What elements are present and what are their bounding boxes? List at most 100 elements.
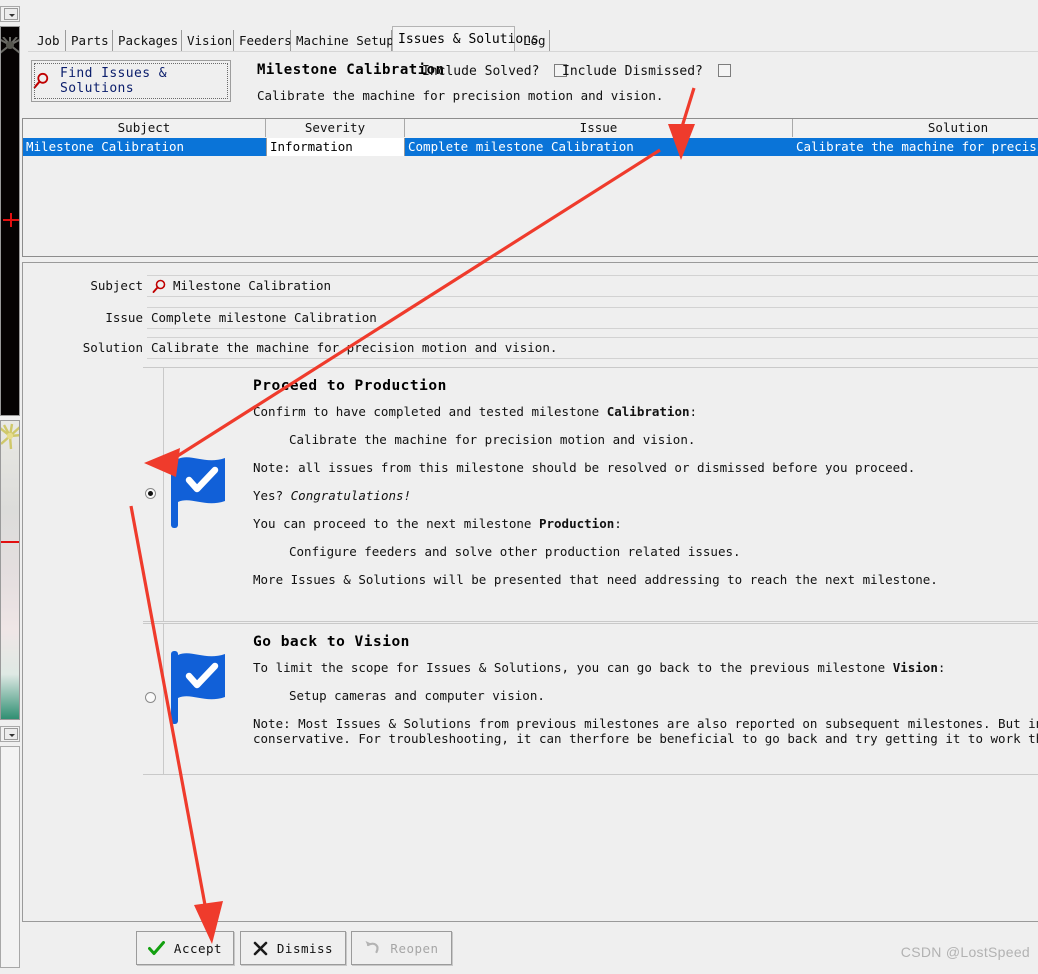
include-dismissed-checkbox[interactable]: Include Dismissed? [562,64,731,79]
camera-bottom-selector-panel[interactable] [0,726,20,742]
watermark: CSDN @LostSpeed [900,944,1030,960]
subject-value: Milestone Calibration [173,278,332,293]
solution-field[interactable]: Calibrate the machine for precision moti… [147,337,1038,359]
line2-prefix: You can proceed to the next milestone [253,516,539,531]
option-go-back-to-vision[interactable]: Go back to Vision To limit the scope for… [143,623,1038,775]
line1-milestone: Calibration [606,404,690,419]
line1-prefix: To limit the scope for Issues & Solution… [253,660,893,675]
tab-feeders[interactable]: Feeders [234,30,292,51]
option-line1: Confirm to have completed and tested mil… [253,404,1038,419]
option-line1: To limit the scope for Issues & Solution… [253,660,1038,675]
tab-machine-setup[interactable]: Machine Setup [291,30,394,51]
line2-milestone: Production [538,516,615,531]
milestone-title: Milestone Calibration [257,62,445,78]
tab-label: Machine Setup [296,33,394,48]
issues-table[interactable]: Subject Severity Issue Solution Mileston… [22,118,1038,257]
tab-parts[interactable]: Parts [66,30,113,51]
solution-value: Calibrate the machine for precision moti… [151,340,558,355]
tab-label: Packages [118,33,179,48]
congrats-prefix: Yes? [253,488,291,503]
reopen-button: Reopen [351,931,452,965]
option-congrats: Yes? Congratulations! [253,488,1038,503]
cell-text: Calibrate the machine for precision moti… [796,139,1038,154]
tab-label: Vision [187,33,233,48]
column-header-issue[interactable]: Issue [405,119,793,137]
solution-label: Solution [82,340,143,355]
tab-packages[interactable]: Packages [113,30,182,51]
issue-label: Issue [105,310,143,325]
tab-log[interactable]: Log [518,30,550,51]
option-note: Note: all issues from this milestone sho… [253,460,916,475]
include-solved-checkbox[interactable]: Include Solved? [422,64,568,79]
option-radio-proceed[interactable] [145,488,156,499]
crosshair-vertical [10,213,12,227]
solution-field-row: Solution Calibrate the machine for preci… [23,337,1038,359]
blue-flag-check-icon [171,455,225,528]
bottom-camera-view[interactable] [0,420,20,720]
option-indent2: Configure feeders and solve other produc… [289,544,741,559]
tab-bar: Job Parts Packages Vision Feeders Machin… [28,26,1038,52]
option-note-line2: conservative. For troubleshooting, it ca… [253,731,1038,746]
dismiss-button[interactable]: Dismiss [240,931,346,965]
table-header-row: Subject Severity Issue Solution [23,119,1038,139]
reopen-label: Reopen [390,940,439,956]
cell-solution: Calibrate the machine for precision moti… [793,138,1038,156]
undo-arrow-icon [365,941,379,954]
cell-text: Milestone Calibration [26,139,185,154]
top-camera-view[interactable] [0,26,20,416]
column-header-solution[interactable]: Solution [793,119,1038,137]
dismiss-label: Dismiss [276,940,334,956]
accept-button[interactable]: Accept [136,931,234,965]
option-text: Go back to Vision To limit the scope for… [253,630,1038,746]
option-indent1: Setup cameras and computer vision. [289,688,545,703]
option-note-line1: Note: Most Issues & Solutions from previ… [253,716,1038,731]
chevron-down-icon[interactable] [4,728,18,740]
subject-field[interactable]: Milestone Calibration [147,275,1038,297]
cell-text: Complete milestone Calibration [408,139,634,154]
tab-label: Feeders [239,33,292,48]
line1-suffix: : [689,404,698,419]
left-lower-panel [0,746,20,968]
camera-top-selector-panel[interactable] [0,6,20,22]
option-radio-go-back[interactable] [145,692,156,703]
tab-job[interactable]: Job [32,30,66,51]
include-solved-label: Include Solved? [422,64,540,79]
left-dock-strip [0,0,22,974]
subject-field-row: Subject Milestone Calibration [23,275,1038,297]
column-header-subject[interactable]: Subject [23,119,266,137]
tab-underline [28,51,1038,52]
subject-label: Subject [90,278,143,293]
option-footer: More Issues & Solutions will be presente… [253,572,938,587]
issue-value: Complete milestone Calibration [151,310,377,325]
chevron-down-icon[interactable] [4,8,18,20]
column-header-severity[interactable]: Severity [266,119,405,137]
magnifier-icon [152,279,166,293]
congrats-text: Congratulations! [290,488,412,503]
alignment-line [1,541,19,543]
issue-field[interactable]: Complete milestone Calibration [147,307,1038,329]
checkbox-box[interactable] [717,64,731,77]
option-heading: Go back to Vision [253,634,410,650]
tab-issues-solutions[interactable]: Issues & Solutions [392,26,539,51]
column-label: Solution [927,120,989,135]
include-dismissed-label: Include Dismissed? [562,64,703,79]
column-label: Severity [304,120,366,135]
x-icon [253,941,268,955]
focus-outline [34,63,228,99]
table-row[interactable]: Milestone Calibration Information Comple… [23,138,1038,156]
tab-label: Job [37,33,60,48]
column-label: Issue [579,120,618,135]
accept-label: Accept [173,940,223,956]
find-issues-solutions-button[interactable]: Find Issues & Solutions [31,60,231,102]
line1-milestone: Vision [892,660,938,675]
option-text: Proceed to Production Confirm to have co… [253,374,1038,587]
issue-detail-panel: Subject Milestone Calibration Issue Comp… [22,262,1038,922]
tab-vision[interactable]: Vision [182,30,234,51]
line1-suffix: : [937,660,946,675]
milestone-description: Calibrate the machine for precision moti… [257,88,664,103]
option-indent1: Calibrate the machine for precision moti… [289,432,696,447]
blue-flag-check-icon [171,651,225,724]
cell-issue: Complete milestone Calibration [405,138,793,156]
option-proceed-to-production[interactable]: Proceed to Production Confirm to have co… [143,367,1038,622]
option-heading: Proceed to Production [253,378,447,394]
